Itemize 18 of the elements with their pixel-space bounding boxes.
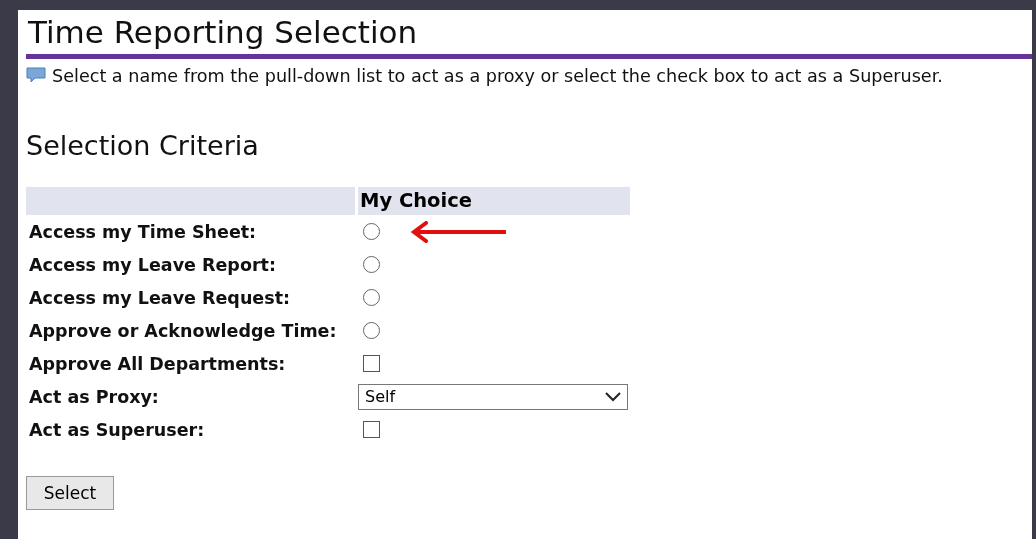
proxy-dropdown[interactable]: Self: [358, 383, 628, 410]
row-label: Act as Superuser:: [28, 419, 206, 440]
section-title: Selection Criteria: [26, 130, 260, 161]
row-label: Approve or Acknowledge Time:: [28, 320, 338, 341]
page-title: Time Reporting Selection: [27, 16, 419, 48]
row-label: Access my Time Sheet:: [28, 221, 258, 242]
row-label: Access my Leave Request:: [28, 287, 291, 308]
dropdown-value: Self: [365, 387, 396, 406]
speech-bubble-icon: [26, 67, 46, 83]
checkbox[interactable]: [363, 355, 380, 372]
column-header: My Choice: [358, 187, 630, 215]
checkbox[interactable]: [363, 421, 380, 438]
instruction-text: Select a name from the pull-down list to act as a proxy or select the check box to act as a Superuser.: [52, 66, 943, 86]
select-button[interactable]: Select: [26, 476, 114, 510]
row-label: Act as Proxy:: [28, 386, 160, 407]
row-label: Approve All Departments:: [28, 353, 287, 374]
row-label: Access my Leave Report:: [28, 254, 277, 275]
chevron-down-icon: [605, 391, 621, 402]
